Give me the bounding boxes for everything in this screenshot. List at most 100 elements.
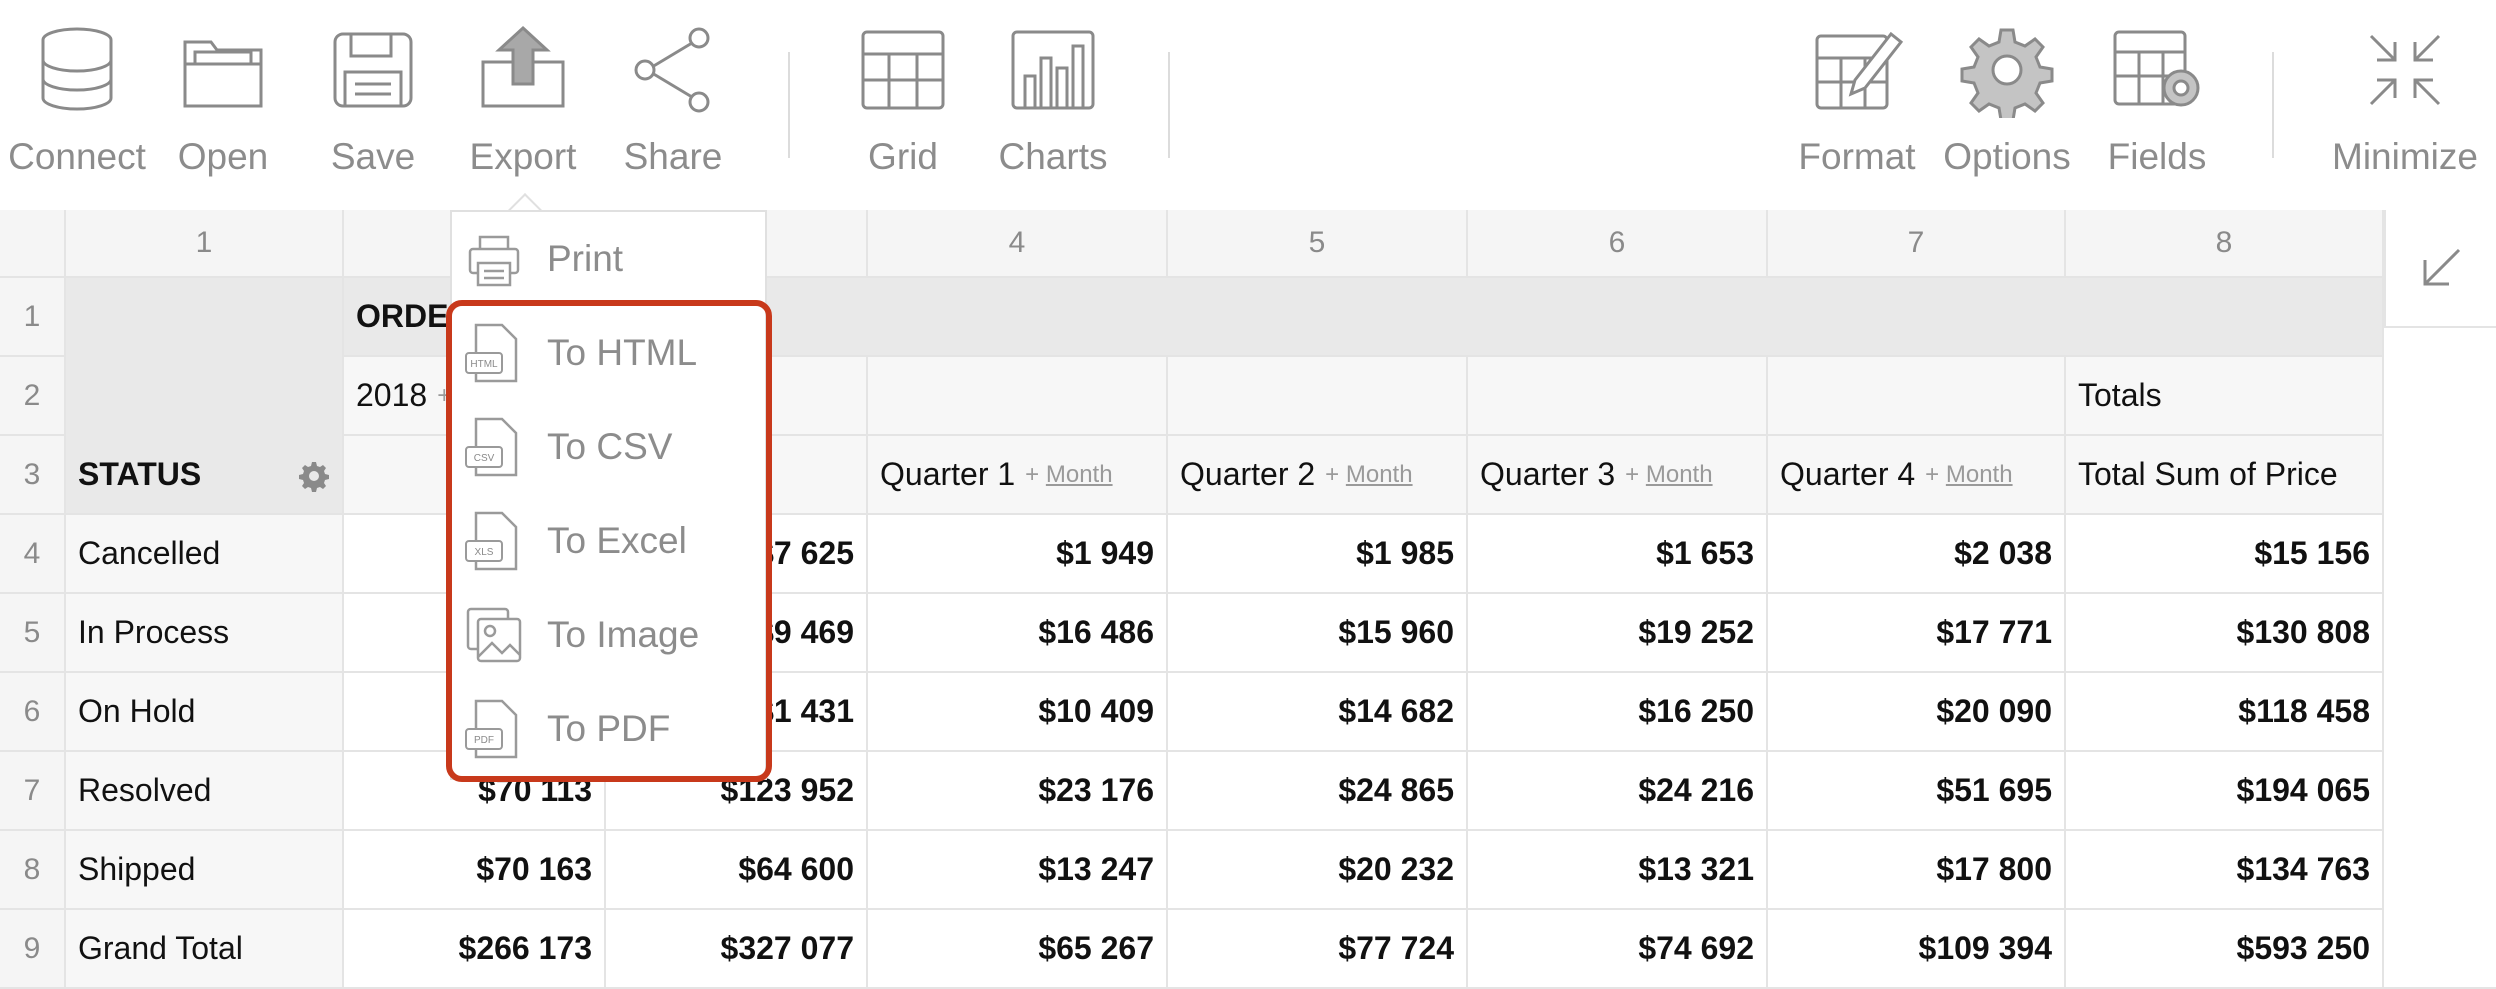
status-field-header[interactable]: STATUS — [66, 436, 344, 515]
gear-icon[interactable] — [298, 460, 330, 492]
total-cell[interactable]: $130 808 — [2066, 594, 2384, 673]
header-cell — [1168, 357, 1468, 436]
value-cell[interactable]: $1 985 — [1168, 515, 1468, 594]
status-cell[interactable]: Shipped — [66, 831, 344, 910]
row-header[interactable]: 4 — [0, 515, 66, 594]
value-cell[interactable]: $1 949 — [868, 515, 1168, 594]
value-cell[interactable]: $1 653 — [1468, 515, 1768, 594]
expand-month-link[interactable]: + Month — [1025, 461, 1112, 489]
pdf-file-icon: PDF — [465, 699, 518, 759]
connect-button[interactable]: Connect — [2, 22, 152, 192]
column-header[interactable]: 6 — [1468, 210, 1768, 278]
value-cell[interactable]: $109 394 — [1768, 910, 2066, 989]
fields-label: Fields — [2107, 136, 2207, 177]
menu-item-to-excel[interactable]: XLS To Excel — [452, 494, 765, 588]
row-header[interactable]: 5 — [0, 594, 66, 673]
value-cell[interactable]: $14 682 — [1168, 673, 1468, 752]
value-cell[interactable]: $15 960 — [1168, 594, 1468, 673]
charts-button[interactable]: Charts — [978, 22, 1128, 192]
value-cell[interactable]: $327 077 — [606, 910, 868, 989]
value-cell[interactable]: $13 321 — [1468, 831, 1768, 910]
row-header[interactable]: 8 — [0, 831, 66, 910]
value-cell[interactable]: $10 409 — [868, 673, 1168, 752]
options-button[interactable]: Options — [1932, 22, 2082, 192]
quarter-header[interactable]: Quarter 2 + Month — [1168, 436, 1468, 515]
xls-tag: XLS — [475, 547, 494, 558]
value-cell[interactable]: $266 173 — [344, 910, 606, 989]
save-button[interactable]: Save — [298, 22, 448, 192]
format-button[interactable]: Format — [1782, 22, 1932, 192]
value-cell[interactable]: $77 724 — [1168, 910, 1468, 989]
total-cell[interactable]: $118 458 — [2066, 673, 2384, 752]
expand-month-link[interactable]: + Month — [1625, 461, 1712, 489]
column-header[interactable]: 5 — [1168, 210, 1468, 278]
row-header[interactable]: 9 — [0, 910, 66, 989]
database-icon — [41, 27, 113, 111]
value-cell[interactable]: $16 250 — [1468, 673, 1768, 752]
toolbar-divider — [1168, 52, 1170, 158]
export-button[interactable]: Export — [448, 22, 598, 192]
column-header[interactable]: 4 — [868, 210, 1168, 278]
export-label: Export — [469, 136, 577, 177]
value-cell[interactable]: $23 176 — [868, 752, 1168, 831]
row-header[interactable]: 6 — [0, 673, 66, 752]
value-cell[interactable]: $19 252 — [1468, 594, 1768, 673]
value-cell[interactable]: $2 038 — [1768, 515, 2066, 594]
status-cell[interactable]: Resolved — [66, 752, 344, 831]
to-image-label: To Image — [547, 614, 700, 655]
status-cell[interactable]: On Hold — [66, 673, 344, 752]
status-cell[interactable]: Grand Total — [66, 910, 344, 989]
value-cell[interactable]: $17 800 — [1768, 831, 2066, 910]
quarter-header[interactable]: Quarter 4 + Month — [1768, 436, 2066, 515]
row-header[interactable]: 2 — [0, 357, 66, 436]
to-pdf-label: To PDF — [547, 708, 671, 749]
column-header[interactable]: 7 — [1768, 210, 2066, 278]
value-cell[interactable]: $16 486 — [868, 594, 1168, 673]
header-cell — [868, 357, 1168, 436]
value-cell[interactable]: $74 692 — [1468, 910, 1768, 989]
value-cell[interactable]: $20 232 — [1168, 831, 1468, 910]
row-header[interactable]: 7 — [0, 752, 66, 831]
expand-month-link[interactable]: + Month — [1325, 461, 1412, 489]
total-sum-header: Total Sum of Price — [2066, 436, 2384, 515]
menu-item-to-pdf[interactable]: PDF To PDF — [452, 682, 765, 776]
collapse-panel-button[interactable] — [2384, 210, 2496, 328]
value-cell[interactable]: $65 267 — [868, 910, 1168, 989]
grid-button[interactable]: Grid — [828, 22, 978, 192]
column-header[interactable]: 8 — [2066, 210, 2384, 278]
value-cell[interactable]: $70 163 — [344, 831, 606, 910]
column-header[interactable]: 1 — [66, 210, 344, 278]
menu-item-print[interactable]: Print — [452, 212, 765, 306]
share-button[interactable]: Share — [598, 22, 748, 192]
grid-corner — [0, 210, 66, 278]
printer-icon — [468, 235, 520, 287]
total-cell[interactable]: $15 156 — [2066, 515, 2384, 594]
minimize-button[interactable]: Minimize — [2330, 22, 2480, 192]
total-cell[interactable]: $134 763 — [2066, 831, 2384, 910]
to-csv-label: To CSV — [547, 426, 673, 467]
open-button[interactable]: Open — [148, 22, 298, 192]
total-cell[interactable]: $593 250 — [2066, 910, 2384, 989]
status-cell[interactable]: In Process — [66, 594, 344, 673]
value-cell[interactable]: $13 247 — [868, 831, 1168, 910]
csv-tag: CSV — [474, 453, 495, 464]
value-cell[interactable]: $24 865 — [1168, 752, 1468, 831]
row-header[interactable]: 1 — [0, 278, 66, 357]
fields-button[interactable]: Fields — [2082, 22, 2232, 192]
value-cell[interactable]: $64 600 — [606, 831, 868, 910]
quarter-header[interactable]: Quarter 1 + Month — [868, 436, 1168, 515]
value-cell[interactable]: $20 090 — [1768, 673, 2066, 752]
value-cell[interactable]: $17 771 — [1768, 594, 2066, 673]
row-header[interactable]: 3 — [0, 436, 66, 515]
status-cell[interactable]: Cancelled — [66, 515, 344, 594]
value-cell[interactable]: $24 216 — [1468, 752, 1768, 831]
totals-header: Totals — [2066, 357, 2384, 436]
value-cell[interactable]: $51 695 — [1768, 752, 2066, 831]
menu-item-to-image[interactable]: To Image — [452, 588, 765, 682]
image-file-icon — [466, 607, 522, 663]
menu-item-to-csv[interactable]: CSV To CSV — [452, 400, 765, 494]
expand-month-link[interactable]: + Month — [1925, 461, 2012, 489]
total-cell[interactable]: $194 065 — [2066, 752, 2384, 831]
menu-item-to-html[interactable]: HTML To HTML — [452, 306, 765, 400]
quarter-header[interactable]: Quarter 3 + Month — [1468, 436, 1768, 515]
